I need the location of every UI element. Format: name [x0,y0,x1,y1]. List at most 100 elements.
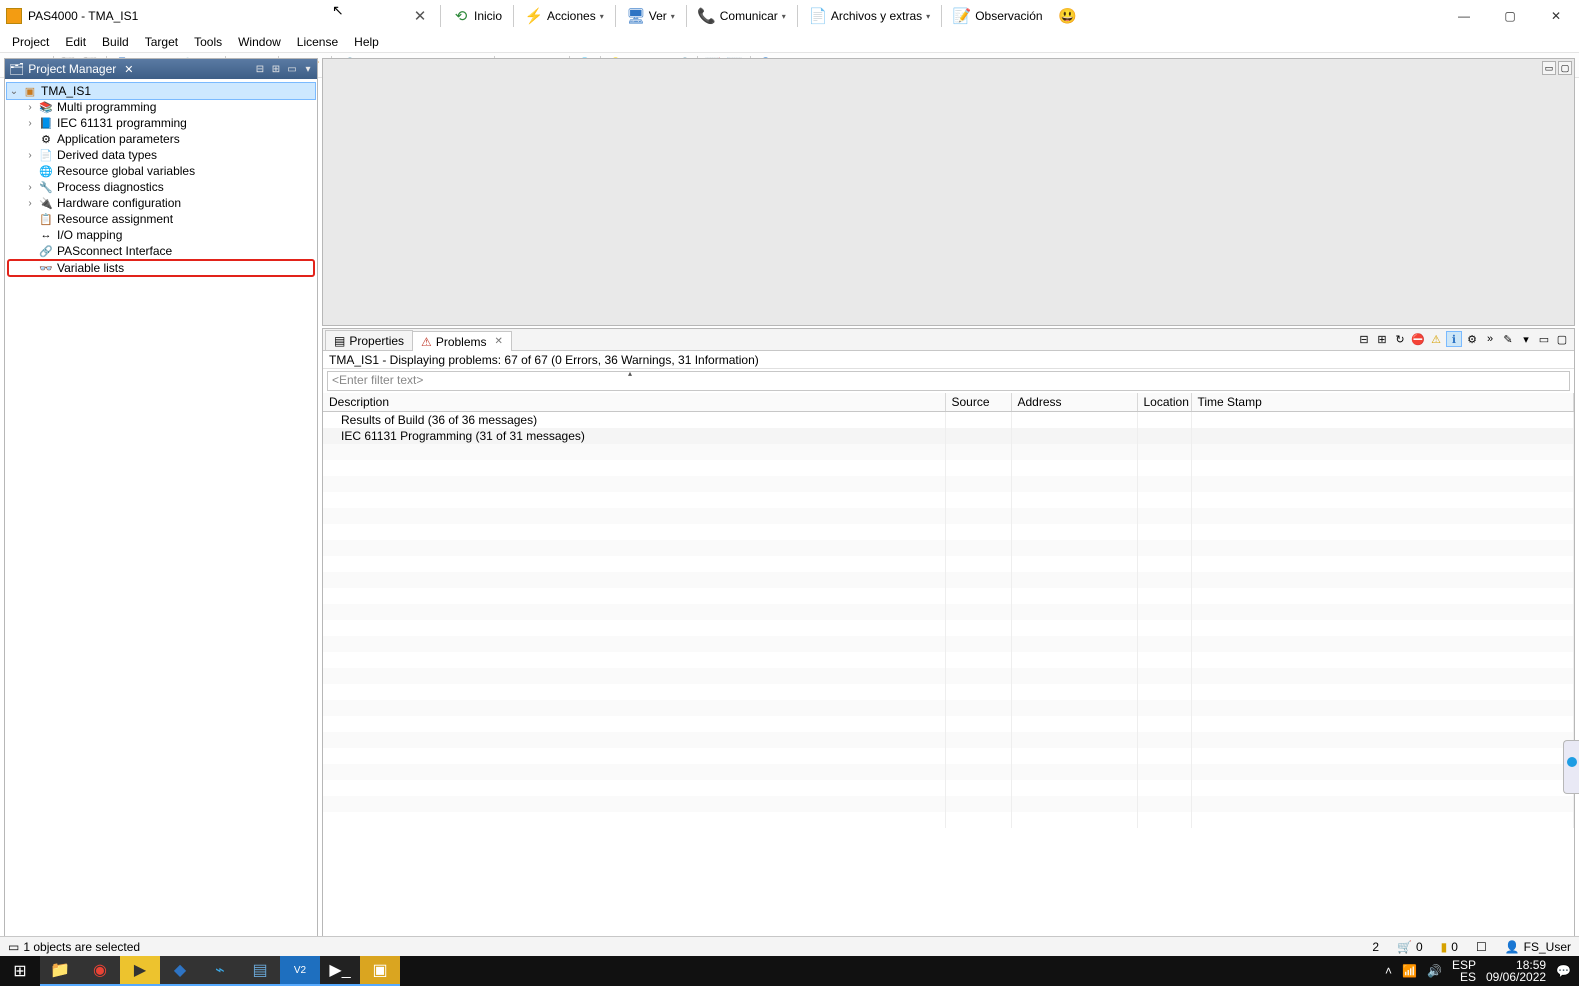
panel-clear-icon[interactable]: ✎ [1500,331,1516,347]
close-button[interactable]: ✕ [1533,0,1579,32]
node-icon: 🔗 [39,244,53,258]
col-description[interactable]: Description [323,393,945,412]
close-tab-icon[interactable]: ✕ [124,63,133,76]
tray-lang[interactable]: ESPES [1452,959,1476,983]
maximize-button[interactable]: ▢ [1487,0,1533,32]
properties-icon: ▤ [334,334,345,348]
col-source[interactable]: Source [945,393,1011,412]
taskbar-app1[interactable]: ▶ [120,956,160,986]
problems-table[interactable]: Description Source Address Location Time… [323,393,1574,949]
tree-item[interactable]: ›📚Multi programming [7,99,315,115]
filter-errors-icon[interactable]: ⛔ [1410,331,1426,347]
tree-root[interactable]: ⌄ ▣ TMA_IS1 [7,83,315,99]
teamviewer-side-tab[interactable] [1563,740,1579,794]
archivos-button[interactable]: 📄Archivos y extras▾ [802,1,937,31]
expand-icon[interactable]: › [25,118,35,129]
expand-icon[interactable]: › [25,182,35,193]
taskbar-terminal[interactable]: ▶_ [320,956,360,986]
panel-next-icon[interactable]: » [1482,331,1498,347]
comunicar-button[interactable]: 📞Comunicar▾ [691,1,793,31]
taskbar-explorer[interactable]: 📁 [40,956,80,986]
panel-expand-icon[interactable]: ⊞ [1374,331,1390,347]
expand-icon[interactable]: › [25,198,35,209]
panel-collapse-icon[interactable]: ⊟ [1356,331,1372,347]
problems-tab[interactable]: ⚠ Problems ✕ [412,331,512,351]
table-row[interactable]: IEC 61131 Programming (31 of 31 messages… [323,428,1574,444]
filter-placeholder: <Enter filter text> [332,373,423,387]
col-address[interactable]: Address [1011,393,1137,412]
expand-icon[interactable]: › [25,150,35,161]
acciones-button[interactable]: ⚡Acciones▾ [518,1,611,31]
panel-max-icon[interactable]: ▢ [1554,331,1570,347]
editor-max-icon[interactable]: ▢ [1558,61,1572,75]
taskbar-app2[interactable]: ◆ [160,956,200,986]
project-tree[interactable]: ⌄ ▣ TMA_IS1 ›📚Multi programming›📘IEC 611… [5,79,317,949]
properties-tab[interactable]: ▤ Properties [325,330,413,350]
menu-project[interactable]: Project [4,33,57,51]
tree-item[interactable]: 🔗PASconnect Interface [7,243,315,259]
menu-edit[interactable]: Edit [57,33,94,51]
menu-target[interactable]: Target [137,33,186,51]
tray-clock[interactable]: 18:5909/06/2022 [1486,959,1546,983]
menu-build[interactable]: Build [94,33,137,51]
expand-icon[interactable]: › [25,102,35,113]
node-icon: 👓 [39,261,53,275]
table-row-empty [323,748,1574,764]
tree-item[interactable]: ›🔌Hardware configuration [7,195,315,211]
menu-help[interactable]: Help [346,33,387,51]
tree-item-label: Variable lists [57,261,124,275]
menu-tools[interactable]: Tools [186,33,230,51]
filter-info-icon[interactable]: ℹ [1446,331,1462,347]
status-user: 👤FS_User [1505,940,1571,954]
tree-item[interactable]: 🌐Resource global variables [7,163,315,179]
col-timestamp[interactable]: Time Stamp [1191,393,1574,412]
panel-menu-icon[interactable]: ▾ [1518,331,1534,347]
tray-wifi-icon[interactable]: 📶 [1402,964,1417,978]
pm-menu-icon[interactable]: ▾ [301,64,315,75]
collapse-icon[interactable]: ⌄ [9,86,19,97]
tree-item[interactable]: 👓 Variable lists [7,259,315,277]
taskbar-chrome[interactable]: ◉ [80,956,120,986]
ver-button[interactable]: 🖥Ver▾ [620,1,682,31]
taskbar-app3[interactable]: ▤ [240,956,280,986]
inicio-button[interactable]: ⟲Inicio [445,1,509,31]
filter-warnings-icon[interactable]: ⚠ [1428,331,1444,347]
observacion-button[interactable]: 📝Observación [946,1,1049,31]
tray-notifications-icon[interactable]: 💬 [1556,964,1571,978]
project-manager-tab[interactable]: 🗂 Project Manager ✕ [9,62,134,76]
table-row[interactable]: Results of Build (36 of 36 messages) [323,412,1574,429]
pm-collapse-all-icon[interactable]: ⊟ [253,64,267,75]
editor-min-icon[interactable]: ▭ [1542,61,1556,75]
toolbar-close-button[interactable]: ✕ [404,1,436,31]
menu-license[interactable]: License [289,33,346,51]
user-icon: 👤 [1505,940,1520,954]
status-checkbox[interactable]: ☐ [1476,940,1487,954]
col-location[interactable]: Location [1137,393,1191,412]
panel-gear-icon[interactable]: ⚙ [1464,331,1480,347]
tree-item[interactable]: 📋Resource assignment [7,211,315,227]
tree-item-label: Derived data types [57,148,157,162]
table-row-empty [323,796,1574,812]
menu-window[interactable]: Window [230,33,289,51]
taskbar-vnc[interactable]: V2 [280,956,320,986]
tree-item[interactable]: ›📘IEC 61131 programming [7,115,315,131]
close-tab-icon[interactable]: ✕ [495,336,503,347]
taskbar-vscode[interactable]: ⌁ [200,956,240,986]
project-manager-tabbar: 🗂 Project Manager ✕ ⊟ ⊞ ▭ ▾ [5,59,317,79]
pm-expand-all-icon[interactable]: ⊞ [269,64,283,75]
panel-refresh-icon[interactable]: ↻ [1392,331,1408,347]
feedback-button[interactable]: 😃 [1052,1,1084,31]
taskbar-pas4000[interactable]: ▣ [360,956,400,986]
pm-minimize-icon[interactable]: ▭ [285,64,299,75]
minimize-button[interactable]: — [1441,0,1487,32]
tray-chevron-icon[interactable]: ˄ [1385,964,1392,978]
separator [797,5,798,27]
panel-min-icon[interactable]: ▭ [1536,331,1552,347]
problems-filter-input[interactable]: <Enter filter text> ▴ [327,371,1570,391]
tree-item[interactable]: ⚙Application parameters [7,131,315,147]
tree-item[interactable]: ›📄Derived data types [7,147,315,163]
tree-item[interactable]: ›🔧Process diagnostics [7,179,315,195]
tray-sound-icon[interactable]: 🔊 [1427,964,1442,978]
start-button[interactable]: ⊞ [0,956,40,986]
tree-item[interactable]: ↔I/O mapping [7,227,315,243]
